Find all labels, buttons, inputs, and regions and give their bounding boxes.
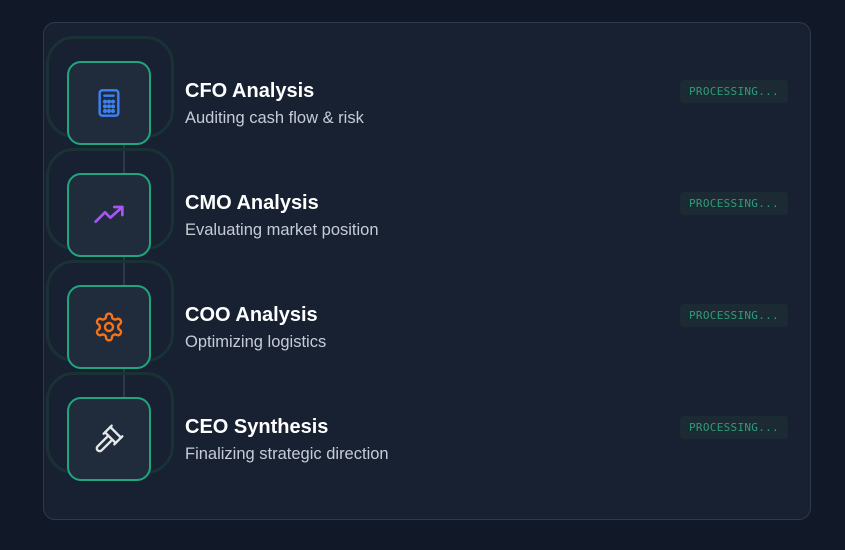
step-subtitle: Finalizing strategic direction (185, 445, 389, 463)
step-subtitle: Optimizing logistics (185, 333, 327, 351)
step-title: CFO Analysis (185, 80, 315, 102)
status-badge: PROCESSING... (680, 192, 788, 215)
step-title: COO Analysis (185, 304, 318, 326)
status-badge: PROCESSING... (680, 416, 788, 439)
step-icon-box (67, 397, 151, 481)
step-icon-box (67, 285, 151, 369)
pipeline-step-ceo: CEO Synthesis Finalizing strategic direc… (44, 359, 810, 481)
status-badge: PROCESSING... (680, 304, 788, 327)
gear-icon (95, 312, 123, 342)
step-icon-box (67, 173, 151, 257)
pipeline-step-cfo: CFO Analysis Auditing cash flow & risk P… (44, 23, 810, 145)
status-badge: PROCESSING... (680, 80, 788, 103)
pipeline-step-cmo: CMO Analysis Evaluating market position … (44, 135, 810, 257)
step-title: CEO Synthesis (185, 416, 329, 438)
step-icon-box (67, 61, 151, 145)
gavel-icon (95, 424, 124, 453)
step-subtitle: Evaluating market position (185, 221, 379, 239)
step-title: CMO Analysis (185, 192, 319, 214)
trending-up-icon (94, 205, 124, 223)
calculator-icon (98, 89, 120, 117)
pipeline-step-coo: COO Analysis Optimizing logistics PROCES… (44, 247, 810, 369)
step-subtitle: Auditing cash flow & risk (185, 109, 364, 127)
analysis-pipeline-panel: CFO Analysis Auditing cash flow & risk P… (43, 22, 811, 520)
